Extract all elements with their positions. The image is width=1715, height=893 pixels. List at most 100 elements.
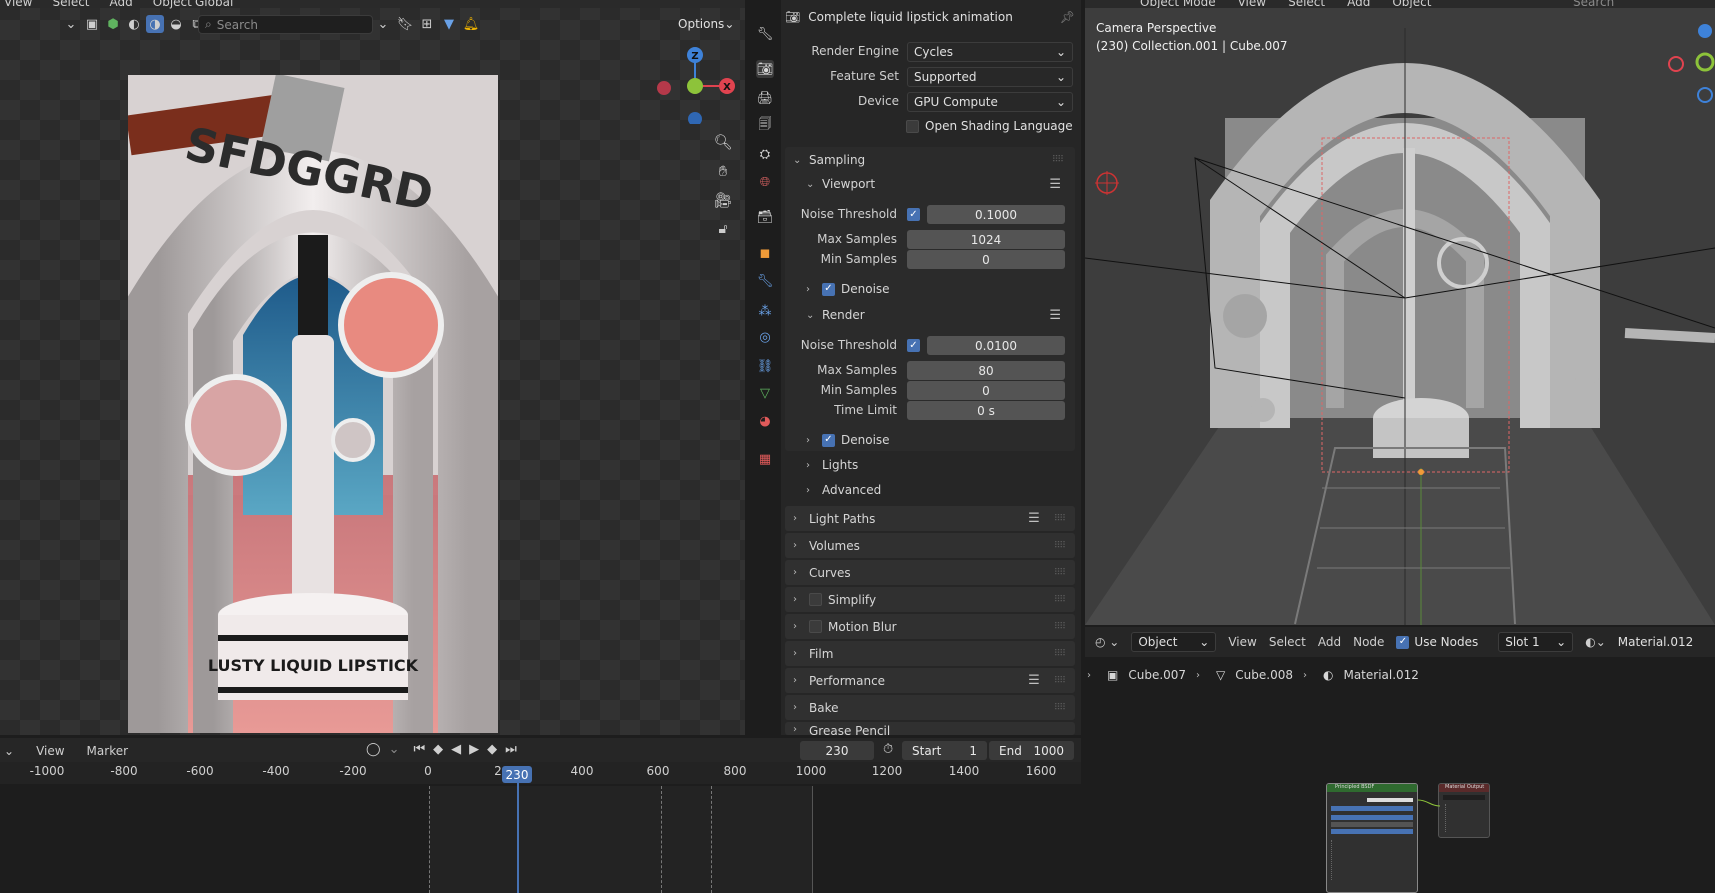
panel-volumes[interactable]: › Volumes ⠿⠿: [785, 533, 1075, 558]
panel-curves[interactable]: › Curves ⠿⠿: [785, 560, 1075, 585]
node-output-dropdown[interactable]: [1443, 795, 1485, 800]
shading-render-icon[interactable]: ◒: [167, 15, 185, 33]
osl-checkbox-row[interactable]: Open Shading Language: [906, 119, 1073, 133]
presets-list-icon[interactable]: ☰: [1049, 308, 1061, 323]
editor-type-icon[interactable]: ◴ ⌄: [1095, 635, 1119, 649]
material-name[interactable]: Material.012: [1618, 635, 1693, 649]
data-icon[interactable]: ▽: [756, 384, 774, 402]
material-output-node[interactable]: Material Output: [1438, 783, 1490, 838]
lights-subpanel[interactable]: › Lights: [806, 458, 858, 472]
scene-icon[interactable]: ⛭: [756, 145, 774, 163]
node-menu-select[interactable]: Select: [1269, 635, 1306, 649]
playhead-label[interactable]: 230: [502, 766, 532, 783]
node-menu-node[interactable]: Node: [1353, 635, 1384, 649]
shading-solid-icon[interactable]: ◐: [125, 15, 143, 33]
left-search-input[interactable]: ⌕ Search: [198, 15, 373, 34]
world-icon[interactable]: 🌐︎: [756, 173, 774, 191]
zoom-icon[interactable]: 🔍︎: [713, 133, 732, 151]
particles-icon[interactable]: ⁂: [756, 302, 774, 320]
tool-icon[interactable]: 🔧︎: [756, 25, 774, 43]
filter-dropdown-icon[interactable]: ⌄: [374, 15, 392, 33]
menu-select[interactable]: Select: [52, 0, 89, 9]
right-navigation-gizmo[interactable]: [1660, 20, 1715, 110]
orientation-dropdown[interactable]: Global: [195, 0, 233, 9]
viewport-denoise-checkbox[interactable]: [822, 282, 835, 296]
bell-icon[interactable]: 🔔︎: [462, 15, 480, 33]
render-noise-threshold-checkbox[interactable]: [907, 339, 920, 352]
panel-light-paths[interactable]: › Light Paths ☰ ⠿⠿: [785, 506, 1075, 531]
material-sphere-icon[interactable]: ◐⌄: [1585, 635, 1606, 649]
prev-keyframe-icon[interactable]: ◆: [433, 742, 443, 757]
viewport-min-samples-field[interactable]: 0: [907, 250, 1065, 269]
node-bsdf-slider[interactable]: [1331, 829, 1413, 834]
physics-icon[interactable]: ◎: [756, 328, 774, 346]
panel-performance[interactable]: › Performance ☰ ⠿⠿: [785, 668, 1075, 693]
render-noise-threshold-field[interactable]: 0.0100: [927, 336, 1065, 355]
node-menu-add[interactable]: Add: [1318, 635, 1341, 649]
drag-handle-icon[interactable]: ⠿⠿: [1054, 622, 1066, 632]
drag-handle-icon[interactable]: ⠿⠿: [1054, 703, 1066, 713]
motion-blur-checkbox[interactable]: [809, 620, 822, 633]
viewport-noise-threshold-field[interactable]: 0.1000: [927, 205, 1065, 224]
end-frame-field[interactable]: End 1000: [989, 741, 1074, 760]
render-denoise-row[interactable]: › Denoise: [806, 433, 890, 447]
shading-material-icon[interactable]: ◑: [146, 15, 164, 33]
drag-handle-icon[interactable]: ⠿⠿: [1054, 541, 1066, 551]
texture-icon[interactable]: ▦: [756, 450, 774, 468]
render-properties-icon[interactable]: 📷︎: [756, 60, 774, 78]
jump-end-icon[interactable]: ⏭︎: [505, 742, 517, 757]
sampling-header[interactable]: ⌄ Sampling ⠿⠿: [793, 150, 1073, 170]
osl-checkbox[interactable]: [906, 119, 919, 133]
presets-list-icon[interactable]: ☰: [1028, 511, 1040, 526]
playhead-line[interactable]: [517, 776, 519, 893]
timeline-menu-view[interactable]: View: [36, 744, 64, 758]
navigation-gizmo[interactable]: Z X: [650, 44, 740, 124]
timeline-dropdown-icon[interactable]: ⌄: [4, 744, 14, 758]
jump-start-icon[interactable]: ⏮︎: [413, 742, 425, 757]
pan-hand-icon[interactable]: ✋︎: [714, 162, 732, 180]
hierarchy-icon[interactable]: ⊞: [418, 15, 436, 33]
drag-handle-icon[interactable]: ⠿⠿: [1054, 514, 1066, 524]
collection-icon[interactable]: 🗃︎: [756, 208, 774, 226]
menu-object[interactable]: Object: [153, 0, 192, 9]
current-frame-field[interactable]: 230: [800, 741, 874, 760]
panel-grease-pencil[interactable]: › Grease Pencil: [785, 722, 1075, 735]
play-icon[interactable]: ▶: [469, 742, 479, 757]
record-icon[interactable]: ◯: [366, 742, 381, 757]
constraints-icon[interactable]: ⛓︎: [756, 357, 774, 375]
render-subpanel-header[interactable]: ⌄ Render ☰: [806, 305, 1073, 325]
presets-list-icon[interactable]: ☰: [1049, 177, 1061, 192]
simplify-checkbox[interactable]: [809, 593, 822, 606]
next-keyframe-icon[interactable]: ◆: [487, 742, 497, 757]
render-engine-dropdown[interactable]: Cycles ⌄: [907, 42, 1073, 62]
panel-simplify[interactable]: › Simplify ⠿⠿: [785, 587, 1075, 612]
drag-handle-icon[interactable]: ⠿⠿: [1054, 595, 1066, 605]
node-bsdf-slider[interactable]: [1331, 822, 1413, 827]
drag-handle-icon[interactable]: ⠿⠿: [1054, 676, 1066, 686]
principled-bsdf-node[interactable]: Principled BSDF: [1326, 783, 1418, 893]
select-box-icon[interactable]: ▣: [83, 15, 101, 33]
menu-view[interactable]: View: [4, 0, 32, 9]
node-bsdf-slider[interactable]: [1331, 806, 1413, 811]
modifier-icon[interactable]: 🔧︎: [756, 272, 774, 290]
drag-handle-icon[interactable]: ⠿⠿: [1054, 568, 1066, 578]
stopwatch-icon[interactable]: ⏱︎: [883, 742, 893, 757]
options-dropdown[interactable]: Options ⌄: [672, 14, 740, 34]
slot-dropdown[interactable]: Slot 1 ⌄: [1498, 632, 1574, 652]
render-max-samples-field[interactable]: 80: [907, 361, 1065, 380]
funnel-icon[interactable]: ▼: [440, 15, 458, 33]
object-type-dropdown[interactable]: Object ⌄: [1131, 632, 1217, 652]
node-bsdf-slider[interactable]: [1331, 815, 1413, 820]
object-icon[interactable]: ◼: [756, 244, 774, 262]
view-layer-icon[interactable]: 🗐︎: [756, 117, 774, 135]
viewport-noise-threshold-checkbox[interactable]: [907, 208, 920, 221]
start-frame-field[interactable]: Start 1: [902, 741, 987, 760]
material-icon[interactable]: ◕: [756, 412, 774, 430]
shading-color-icon[interactable]: ⬢: [104, 15, 122, 33]
menu-add[interactable]: Add: [110, 0, 133, 9]
viewport-subpanel-header[interactable]: ⌄ Viewport ☰: [806, 174, 1073, 194]
camera-view-icon[interactable]: 🎥︎: [713, 191, 732, 209]
breadcrumb-mesh[interactable]: Cube.008: [1235, 668, 1293, 682]
node-menu-view[interactable]: View: [1228, 635, 1256, 649]
drag-handle-icon[interactable]: ⠿⠿: [1052, 155, 1064, 165]
